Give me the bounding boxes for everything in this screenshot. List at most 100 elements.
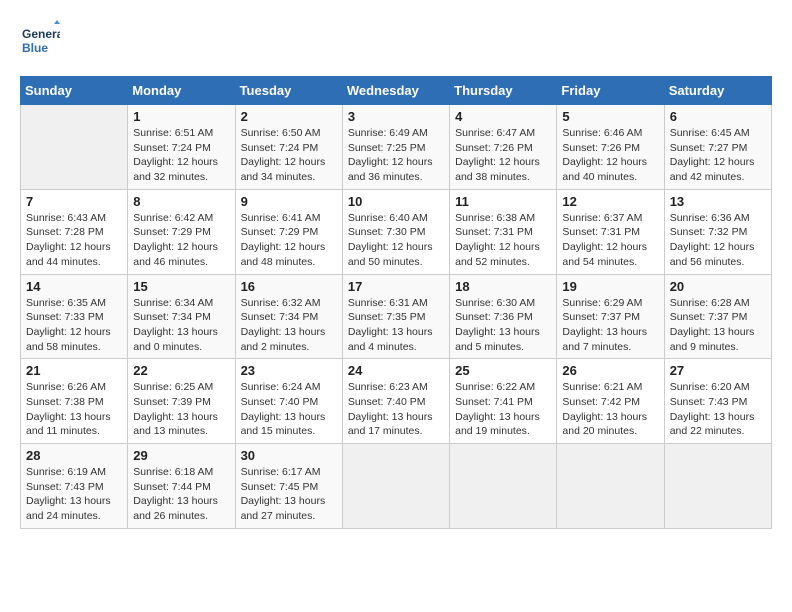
- calendar-cell: 29 Sunrise: 6:18 AM Sunset: 7:44 PM Dayli…: [128, 444, 235, 529]
- calendar-cell: 24 Sunrise: 6:23 AM Sunset: 7:40 PM Dayli…: [342, 359, 449, 444]
- day-number: 21: [26, 363, 122, 378]
- day-number: 29: [133, 448, 229, 463]
- weekday-header-thursday: Thursday: [450, 77, 557, 105]
- calendar-cell: 26 Sunrise: 6:21 AM Sunset: 7:42 PM Dayli…: [557, 359, 664, 444]
- calendar-cell: 10 Sunrise: 6:40 AM Sunset: 7:30 PM Dayli…: [342, 189, 449, 274]
- day-number: 27: [670, 363, 766, 378]
- day-info: Sunrise: 6:31 AM Sunset: 7:35 PM Dayligh…: [348, 296, 444, 355]
- calendar-week-3: 14 Sunrise: 6:35 AM Sunset: 7:33 PM Dayli…: [21, 274, 772, 359]
- day-info: Sunrise: 6:41 AM Sunset: 7:29 PM Dayligh…: [241, 211, 337, 270]
- day-number: 23: [241, 363, 337, 378]
- header: General Blue: [20, 20, 772, 60]
- page-container: General Blue SundayMondayTuesdayWednesda…: [20, 20, 772, 529]
- day-number: 9: [241, 194, 337, 209]
- day-info: Sunrise: 6:22 AM Sunset: 7:41 PM Dayligh…: [455, 380, 551, 439]
- calendar-cell: [21, 105, 128, 190]
- weekday-header-friday: Friday: [557, 77, 664, 105]
- calendar-cell: 18 Sunrise: 6:30 AM Sunset: 7:36 PM Dayli…: [450, 274, 557, 359]
- day-number: 2: [241, 109, 337, 124]
- day-info: Sunrise: 6:35 AM Sunset: 7:33 PM Dayligh…: [26, 296, 122, 355]
- calendar-cell: 12 Sunrise: 6:37 AM Sunset: 7:31 PM Dayli…: [557, 189, 664, 274]
- day-info: Sunrise: 6:21 AM Sunset: 7:42 PM Dayligh…: [562, 380, 658, 439]
- calendar-cell: 3 Sunrise: 6:49 AM Sunset: 7:25 PM Daylig…: [342, 105, 449, 190]
- calendar-cell: 23Sunrise: 6:24 AM Sunset: 7:40 PM Dayli…: [235, 359, 342, 444]
- calendar-cell: 11 Sunrise: 6:38 AM Sunset: 7:31 PM Dayli…: [450, 189, 557, 274]
- calendar-cell: 17 Sunrise: 6:31 AM Sunset: 7:35 PM Dayli…: [342, 274, 449, 359]
- day-info: Sunrise: 6:18 AM Sunset: 7:44 PM Dayligh…: [133, 465, 229, 524]
- calendar-header: SundayMondayTuesdayWednesdayThursdayFrid…: [21, 77, 772, 105]
- day-info: Sunrise: 6:32 AM Sunset: 7:34 PM Dayligh…: [241, 296, 337, 355]
- day-number: 16: [241, 279, 337, 294]
- day-number: 6: [670, 109, 766, 124]
- day-info: Sunrise: 6:25 AM Sunset: 7:39 PM Dayligh…: [133, 380, 229, 439]
- day-info: Sunrise: 6:51 AM Sunset: 7:24 PM Dayligh…: [133, 126, 229, 185]
- day-number: 4: [455, 109, 551, 124]
- day-info: Sunrise: 6:38 AM Sunset: 7:31 PM Dayligh…: [455, 211, 551, 270]
- logo: General Blue: [20, 20, 60, 60]
- day-number: 15: [133, 279, 229, 294]
- day-info: Sunrise: 6:37 AM Sunset: 7:31 PM Dayligh…: [562, 211, 658, 270]
- calendar-cell: 16 Sunrise: 6:32 AM Sunset: 7:34 PM Dayli…: [235, 274, 342, 359]
- calendar-cell: 4Sunrise: 6:47 AM Sunset: 7:26 PM Daylig…: [450, 105, 557, 190]
- calendar-cell: [664, 444, 771, 529]
- day-number: 5: [562, 109, 658, 124]
- calendar-cell: 8Sunrise: 6:42 AM Sunset: 7:29 PM Daylig…: [128, 189, 235, 274]
- day-info: Sunrise: 6:40 AM Sunset: 7:30 PM Dayligh…: [348, 211, 444, 270]
- calendar-cell: 5 Sunrise: 6:46 AM Sunset: 7:26 PM Daylig…: [557, 105, 664, 190]
- calendar-cell: 20 Sunrise: 6:28 AM Sunset: 7:37 PM Dayli…: [664, 274, 771, 359]
- calendar-cell: 1 Sunrise: 6:51 AM Sunset: 7:24 PM Daylig…: [128, 105, 235, 190]
- day-number: 1: [133, 109, 229, 124]
- day-number: 19: [562, 279, 658, 294]
- calendar-cell: [557, 444, 664, 529]
- calendar-week-2: 7 Sunrise: 6:43 AM Sunset: 7:28 PM Daylig…: [21, 189, 772, 274]
- day-info: Sunrise: 6:45 AM Sunset: 7:27 PM Dayligh…: [670, 126, 766, 185]
- day-number: 26: [562, 363, 658, 378]
- day-number: 25: [455, 363, 551, 378]
- svg-text:General: General: [22, 27, 60, 41]
- calendar-week-5: 28Sunrise: 6:19 AM Sunset: 7:43 PM Dayli…: [21, 444, 772, 529]
- day-number: 24: [348, 363, 444, 378]
- day-number: 14: [26, 279, 122, 294]
- calendar-cell: 13Sunrise: 6:36 AM Sunset: 7:32 PM Dayli…: [664, 189, 771, 274]
- logo-icon: General Blue: [20, 20, 60, 60]
- day-info: Sunrise: 6:49 AM Sunset: 7:25 PM Dayligh…: [348, 126, 444, 185]
- day-number: 3: [348, 109, 444, 124]
- calendar-cell: 6 Sunrise: 6:45 AM Sunset: 7:27 PM Daylig…: [664, 105, 771, 190]
- calendar-cell: 27 Sunrise: 6:20 AM Sunset: 7:43 PM Dayli…: [664, 359, 771, 444]
- day-info: Sunrise: 6:28 AM Sunset: 7:37 PM Dayligh…: [670, 296, 766, 355]
- day-number: 10: [348, 194, 444, 209]
- day-info: Sunrise: 6:20 AM Sunset: 7:43 PM Dayligh…: [670, 380, 766, 439]
- weekday-header-saturday: Saturday: [664, 77, 771, 105]
- calendar-cell: [342, 444, 449, 529]
- calendar-cell: 19 Sunrise: 6:29 AM Sunset: 7:37 PM Dayli…: [557, 274, 664, 359]
- calendar-body: 1 Sunrise: 6:51 AM Sunset: 7:24 PM Daylig…: [21, 105, 772, 529]
- day-info: Sunrise: 6:19 AM Sunset: 7:43 PM Dayligh…: [26, 465, 122, 524]
- day-number: 22: [133, 363, 229, 378]
- day-info: Sunrise: 6:30 AM Sunset: 7:36 PM Dayligh…: [455, 296, 551, 355]
- day-number: 17: [348, 279, 444, 294]
- calendar-cell: 15 Sunrise: 6:34 AM Sunset: 7:34 PM Dayli…: [128, 274, 235, 359]
- day-info: Sunrise: 6:46 AM Sunset: 7:26 PM Dayligh…: [562, 126, 658, 185]
- weekday-header-monday: Monday: [128, 77, 235, 105]
- day-number: 30: [241, 448, 337, 463]
- day-info: Sunrise: 6:50 AM Sunset: 7:24 PM Dayligh…: [241, 126, 337, 185]
- day-info: Sunrise: 6:17 AM Sunset: 7:45 PM Dayligh…: [241, 465, 337, 524]
- day-info: Sunrise: 6:26 AM Sunset: 7:38 PM Dayligh…: [26, 380, 122, 439]
- calendar-cell: 9 Sunrise: 6:41 AM Sunset: 7:29 PM Daylig…: [235, 189, 342, 274]
- day-number: 7: [26, 194, 122, 209]
- day-number: 11: [455, 194, 551, 209]
- weekday-header-tuesday: Tuesday: [235, 77, 342, 105]
- day-info: Sunrise: 6:29 AM Sunset: 7:37 PM Dayligh…: [562, 296, 658, 355]
- calendar-cell: 14 Sunrise: 6:35 AM Sunset: 7:33 PM Dayli…: [21, 274, 128, 359]
- calendar-week-4: 21 Sunrise: 6:26 AM Sunset: 7:38 PM Dayli…: [21, 359, 772, 444]
- day-info: Sunrise: 6:43 AM Sunset: 7:28 PM Dayligh…: [26, 211, 122, 270]
- day-number: 12: [562, 194, 658, 209]
- day-number: 8: [133, 194, 229, 209]
- calendar-cell: 22 Sunrise: 6:25 AM Sunset: 7:39 PM Dayli…: [128, 359, 235, 444]
- day-info: Sunrise: 6:23 AM Sunset: 7:40 PM Dayligh…: [348, 380, 444, 439]
- calendar-cell: 7 Sunrise: 6:43 AM Sunset: 7:28 PM Daylig…: [21, 189, 128, 274]
- weekday-header-wednesday: Wednesday: [342, 77, 449, 105]
- day-info: Sunrise: 6:34 AM Sunset: 7:34 PM Dayligh…: [133, 296, 229, 355]
- day-number: 18: [455, 279, 551, 294]
- day-number: 20: [670, 279, 766, 294]
